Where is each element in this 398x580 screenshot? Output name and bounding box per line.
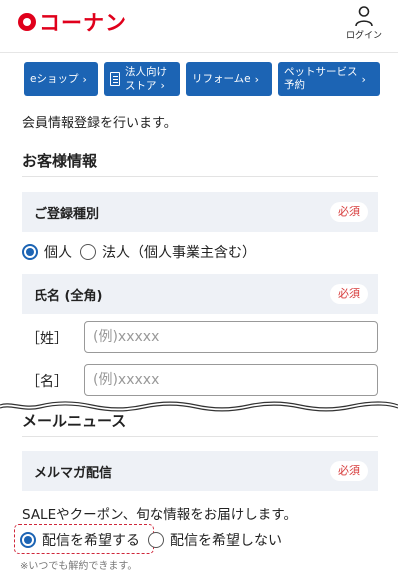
login-label: ログイン <box>345 31 382 41</box>
last-name-input[interactable] <box>84 321 378 353</box>
site-logo[interactable]: コーナン <box>18 9 127 35</box>
nav-reform-label: リフォームe <box>192 72 251 85</box>
nav-pet-line1: ペットサービス <box>284 66 358 78</box>
nav-reform-button[interactable]: リフォームe › <box>186 62 272 96</box>
login-button[interactable]: ログイン <box>344 5 384 41</box>
intro-text: 会員情報登録を行います。 <box>22 116 177 131</box>
name-label: 氏名 (全角) <box>34 288 103 304</box>
cancel-anytime-note: ※いつでも解約できます。 <box>20 561 138 572</box>
radio-option-unsubscribe[interactable]: 配信を希望しない <box>148 530 282 550</box>
chevron-right-icon: › <box>160 78 165 92</box>
required-badge: 必須 <box>330 284 368 304</box>
nav-eshop-button[interactable]: eショップ › <box>24 62 98 96</box>
nav-eshop-label: eショップ <box>30 72 79 85</box>
nav-pet-line2: 予約 <box>284 79 305 91</box>
first-name-label: ［名］ <box>26 374 68 390</box>
nav-corporate-store-text: 法人向け ストア › <box>125 66 167 93</box>
mail-magazine-radio-group: 配信を希望する 配信を希望しない <box>20 530 290 550</box>
registration-type-radio-group: 個人 法人（個人事業主含む） <box>22 242 264 262</box>
registration-type-label: ご登録種別 <box>34 206 100 222</box>
chevron-right-icon: › <box>82 72 87 86</box>
logo-mark-icon <box>18 13 36 31</box>
first-name-input[interactable] <box>84 364 378 396</box>
radio-individual-label: 個人 <box>44 245 72 261</box>
customer-info-title: お客様情報 <box>22 152 98 170</box>
radio-subscribe[interactable] <box>20 532 36 548</box>
radio-option-individual[interactable]: 個人 <box>22 242 72 262</box>
radio-option-subscribe[interactable]: 配信を希望する <box>20 530 140 550</box>
nav-corporate-store-button[interactable]: 法人向け ストア › <box>104 62 180 96</box>
required-badge: 必須 <box>330 461 368 481</box>
mail-magazine-description: SALEやクーポン、旬な情報をお届けします。 <box>22 507 297 523</box>
logo-text: コーナン <box>39 11 127 35</box>
chevron-right-icon: › <box>254 72 260 86</box>
nav-corporate-line2-text: ストア <box>125 79 157 92</box>
nav-pet-service-button[interactable]: ペットサービス 予約 › <box>278 62 380 96</box>
radio-corporate-label: 法人（個人事業主含む） <box>102 245 256 261</box>
mail-news-title: メールニュース <box>22 412 127 430</box>
user-icon <box>355 6 373 27</box>
required-badge: 必須 <box>330 202 368 222</box>
service-nav: eショップ › 法人向け ストア › リフォームe › ペットサービス 予約 › <box>24 62 380 96</box>
section-divider <box>22 176 378 177</box>
site-header: コーナン ログイン <box>0 0 398 53</box>
chevron-right-icon: › <box>361 72 366 86</box>
document-icon <box>110 72 120 86</box>
radio-corporate[interactable] <box>80 244 96 260</box>
mail-magazine-header: メルマガ配信 必須 <box>22 451 378 491</box>
radio-subscribe-label: 配信を希望する <box>42 533 140 549</box>
nav-corporate-line1: 法人向け <box>125 65 167 78</box>
radio-individual[interactable] <box>22 244 38 260</box>
mail-magazine-label: メルマガ配信 <box>34 465 113 481</box>
section-divider <box>22 436 378 437</box>
radio-unsubscribe-label: 配信を希望しない <box>170 533 282 549</box>
name-header: 氏名 (全角) 必須 <box>22 274 378 314</box>
nav-corporate-line2: ストア › <box>125 79 167 93</box>
registration-type-header: ご登録種別 必須 <box>22 192 378 232</box>
nav-pet-service-text: ペットサービス 予約 <box>284 66 358 92</box>
radio-option-corporate[interactable]: 法人（個人事業主含む） <box>80 242 256 262</box>
radio-unsubscribe[interactable] <box>148 532 164 548</box>
last-name-label: ［姓］ <box>26 331 68 347</box>
